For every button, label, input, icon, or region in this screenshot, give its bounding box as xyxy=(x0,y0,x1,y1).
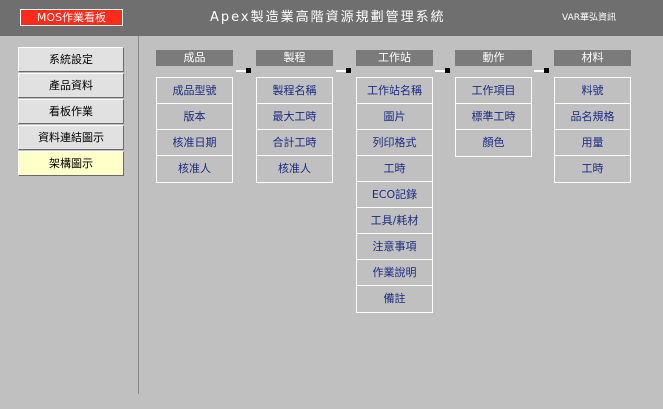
workstation-field-list: 工作站名稱 圖片 列印格式 工時 ECO記錄 工具/耗材 注意事項 作業說明 備… xyxy=(356,77,433,313)
sidebar-item-data-link-diagram[interactable]: 資料連結圖示 xyxy=(18,125,124,150)
field-item[interactable]: 工具/耗材 xyxy=(357,208,432,234)
field-item[interactable]: 工作項目 xyxy=(456,78,531,104)
field-item[interactable]: 製程名稱 xyxy=(257,78,332,104)
column-header-process: 製程 xyxy=(256,50,333,66)
sidebar-item-system-settings[interactable]: 系統設定 xyxy=(18,47,124,72)
field-item[interactable]: 注意事項 xyxy=(357,234,432,260)
field-item[interactable]: 版本 xyxy=(157,104,232,130)
field-item[interactable]: 最大工時 xyxy=(257,104,332,130)
sidebar: 系統設定 產品資料 看板作業 資料連結圖示 架構圖示 xyxy=(18,47,124,177)
sidebar-item-product-data[interactable]: 產品資料 xyxy=(18,73,124,98)
company-name: VAR華弘資訊 xyxy=(562,13,616,23)
field-item[interactable]: 列印格式 xyxy=(357,130,432,156)
field-item[interactable]: 工時 xyxy=(357,156,432,182)
field-item[interactable]: 核准人 xyxy=(257,156,332,182)
sidebar-item-kanban-operations[interactable]: 看板作業 xyxy=(18,99,124,124)
field-item[interactable]: 圖片 xyxy=(357,104,432,130)
field-item[interactable]: 合計工時 xyxy=(257,130,332,156)
field-item[interactable]: 成品型號 xyxy=(157,78,232,104)
field-item[interactable]: 用量 xyxy=(555,130,630,156)
field-item[interactable]: 顏色 xyxy=(456,130,531,156)
field-item[interactable]: 料號 xyxy=(555,78,630,104)
field-item[interactable]: 作業說明 xyxy=(357,260,432,286)
title-bar: MOS作業看板 Apex製造業高階資源規劃管理系統 VAR華弘資訊 xyxy=(0,0,663,36)
product-field-list: 成品型號 版本 核准日期 核准人 xyxy=(156,77,233,183)
sidebar-divider xyxy=(138,36,139,394)
column-header-product: 成品 xyxy=(156,50,233,66)
material-field-list: 料號 品名規格 用量 工時 xyxy=(554,77,631,183)
field-item[interactable]: 備註 xyxy=(357,286,432,312)
app-title: Apex製造業高階資源規劃管理系統 xyxy=(210,10,446,25)
field-item[interactable]: 核准人 xyxy=(157,156,232,182)
field-item[interactable]: 品名規格 xyxy=(555,104,630,130)
field-item[interactable]: 工作站名稱 xyxy=(357,78,432,104)
sidebar-item-architecture-diagram[interactable]: 架構圖示 xyxy=(18,151,124,176)
column-header-action: 動作 xyxy=(455,50,532,66)
field-item[interactable]: ECO記錄 xyxy=(357,182,432,208)
column-header-material: 材料 xyxy=(554,50,631,66)
field-item[interactable]: 核准日期 xyxy=(157,130,232,156)
action-field-list: 工作項目 標準工時 顏色 xyxy=(455,77,532,157)
mos-board-badge[interactable]: MOS作業看板 xyxy=(20,9,123,26)
column-header-workstation: 工作站 xyxy=(356,50,433,66)
field-item[interactable]: 標準工時 xyxy=(456,104,531,130)
field-item[interactable]: 工時 xyxy=(555,156,630,182)
process-field-list: 製程名稱 最大工時 合計工時 核准人 xyxy=(256,77,333,183)
